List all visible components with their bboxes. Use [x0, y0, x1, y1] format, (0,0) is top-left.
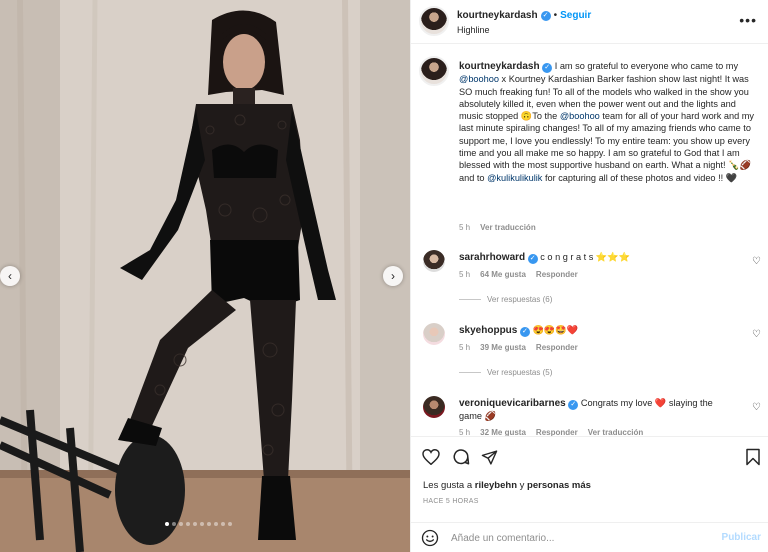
comment-meta: 5 h 39 Me gusta Responder: [459, 343, 578, 352]
caption-time[interactable]: 5 h: [459, 223, 470, 232]
carousel-dot: [172, 522, 176, 526]
comment-input[interactable]: [451, 530, 711, 546]
translate-button[interactable]: Ver traducción: [588, 428, 644, 436]
comment-time[interactable]: 5 h: [459, 428, 470, 436]
post-header: kourtneykardash ✓ • Seguir Highline •••: [411, 0, 768, 44]
follow-button[interactable]: Seguir: [560, 10, 591, 21]
post-author: kourtneykardash ✓ • Seguir: [457, 10, 591, 21]
view-replies[interactable]: Ver respuestas (6): [459, 295, 552, 304]
likes-middle: y: [517, 480, 528, 491]
comment-username[interactable]: sarahrhoward: [459, 252, 525, 263]
carousel-dot: [179, 522, 183, 526]
bookmark-icon[interactable]: [743, 447, 763, 467]
comment-icon[interactable]: [451, 447, 471, 467]
reply-button[interactable]: Responder: [536, 428, 578, 436]
carousel-dot: [221, 522, 225, 526]
verified-badge-icon: ✓: [527, 253, 538, 264]
comments-list[interactable]: kourtneykardash ✓ I am so grateful to ev…: [411, 44, 768, 436]
verified-badge-icon: ✓: [568, 399, 579, 410]
comment-text: skyehoppus ✓ 😍😍🤩❤️: [459, 324, 739, 337]
send-icon[interactable]: [479, 447, 499, 467]
comment-username[interactable]: veroniquevicaribarnes: [459, 398, 566, 409]
caption-text-4: for capturing all of these photos and vi…: [542, 172, 738, 183]
post-actions: Les gusta a rileybehn y personas más HAC…: [411, 436, 768, 516]
comment-time[interactable]: 5 h: [459, 270, 470, 279]
avatar[interactable]: [419, 6, 449, 36]
comment-body: 😍😍🤩❤️: [529, 325, 579, 335]
carousel-dot: [214, 522, 218, 526]
comment-likes[interactable]: 39 Me gusta: [480, 343, 526, 352]
audio-subtitle[interactable]: Highline: [457, 25, 490, 35]
post-timestamp[interactable]: HACE 5 HORAS: [423, 498, 479, 505]
carousel-dot: [186, 522, 190, 526]
liked-by-user[interactable]: rileybehn: [475, 480, 517, 491]
comment-body: c o n g r a t s ⭐⭐⭐: [537, 252, 631, 262]
carousel-dot: [200, 522, 204, 526]
comment-text: veroniquevicaribarnes ✓ Congrats my love…: [459, 397, 729, 423]
post-photo[interactable]: ‹ ›: [0, 0, 410, 552]
heart-icon[interactable]: [421, 447, 441, 467]
more-horizontal-icon[interactable]: •••: [739, 12, 757, 28]
verified-badge-icon: ✓: [540, 10, 551, 21]
caption-text-1: I am so grateful to everyone who came to…: [552, 61, 739, 71]
author-username[interactable]: kourtneykardash: [457, 10, 538, 21]
chevron-left-icon[interactable]: ‹: [0, 266, 20, 286]
avatar[interactable]: [423, 323, 445, 345]
view-replies-label[interactable]: Ver respuestas (5): [487, 368, 552, 377]
verified-badge-icon: ✓: [519, 326, 530, 337]
mention-link[interactable]: @boohoo: [459, 74, 499, 84]
post-side-panel: kourtneykardash ✓ • Seguir Highline ••• …: [410, 0, 768, 552]
verified-badge-icon: ✓: [542, 62, 553, 73]
comment-likes[interactable]: 64 Me gusta: [480, 270, 526, 279]
reply-button[interactable]: Responder: [536, 270, 578, 279]
view-replies[interactable]: Ver respuestas (5): [459, 368, 552, 377]
heart-icon[interactable]: ♡: [752, 402, 761, 413]
comment-meta: 5 h 64 Me gusta Responder: [459, 270, 578, 279]
carousel-dot: [228, 522, 232, 526]
likes-prefix: Les gusta a: [423, 480, 475, 491]
carousel-dot: [207, 522, 211, 526]
replies-line: [459, 299, 481, 300]
separator: •: [553, 10, 558, 21]
carousel-dot: [165, 522, 169, 526]
publish-button[interactable]: Publicar: [722, 532, 761, 543]
avatar[interactable]: [423, 250, 445, 272]
likes-summary[interactable]: Les gusta a rileybehn y personas más: [423, 480, 591, 491]
comment-likes[interactable]: 32 Me gusta: [480, 428, 526, 436]
replies-line: [459, 372, 481, 373]
photo-image: [0, 0, 410, 552]
comment-text: sarahrhoward ✓ c o n g r a t s ⭐⭐⭐: [459, 251, 739, 264]
likes-others[interactable]: personas más: [527, 480, 591, 491]
caption-username[interactable]: kourtneykardash: [459, 61, 540, 72]
avatar[interactable]: [419, 56, 449, 86]
reply-button[interactable]: Responder: [536, 343, 578, 352]
post-caption: kourtneykardash ✓ I am so grateful to ev…: [459, 60, 759, 184]
avatar[interactable]: [423, 396, 445, 418]
mention-link[interactable]: @boohoo: [560, 111, 600, 121]
caption-meta: 5 h Ver traducción: [459, 223, 536, 232]
comment-time[interactable]: 5 h: [459, 343, 470, 352]
heart-icon[interactable]: ♡: [752, 256, 761, 267]
comment-username[interactable]: skyehoppus: [459, 325, 517, 336]
chevron-right-icon[interactable]: ›: [383, 266, 403, 286]
view-replies-label[interactable]: Ver respuestas (6): [487, 295, 552, 304]
mention-link[interactable]: @kulikulikulik: [487, 173, 542, 183]
heart-icon[interactable]: ♡: [752, 329, 761, 340]
emoji-icon[interactable]: [421, 529, 439, 547]
translate-button[interactable]: Ver traducción: [480, 223, 536, 232]
comment-meta: 5 h 32 Me gusta Responder Ver traducción: [459, 428, 643, 436]
carousel-dot: [193, 522, 197, 526]
comment-composer: Publicar: [411, 522, 768, 552]
carousel-dots: [165, 522, 232, 526]
